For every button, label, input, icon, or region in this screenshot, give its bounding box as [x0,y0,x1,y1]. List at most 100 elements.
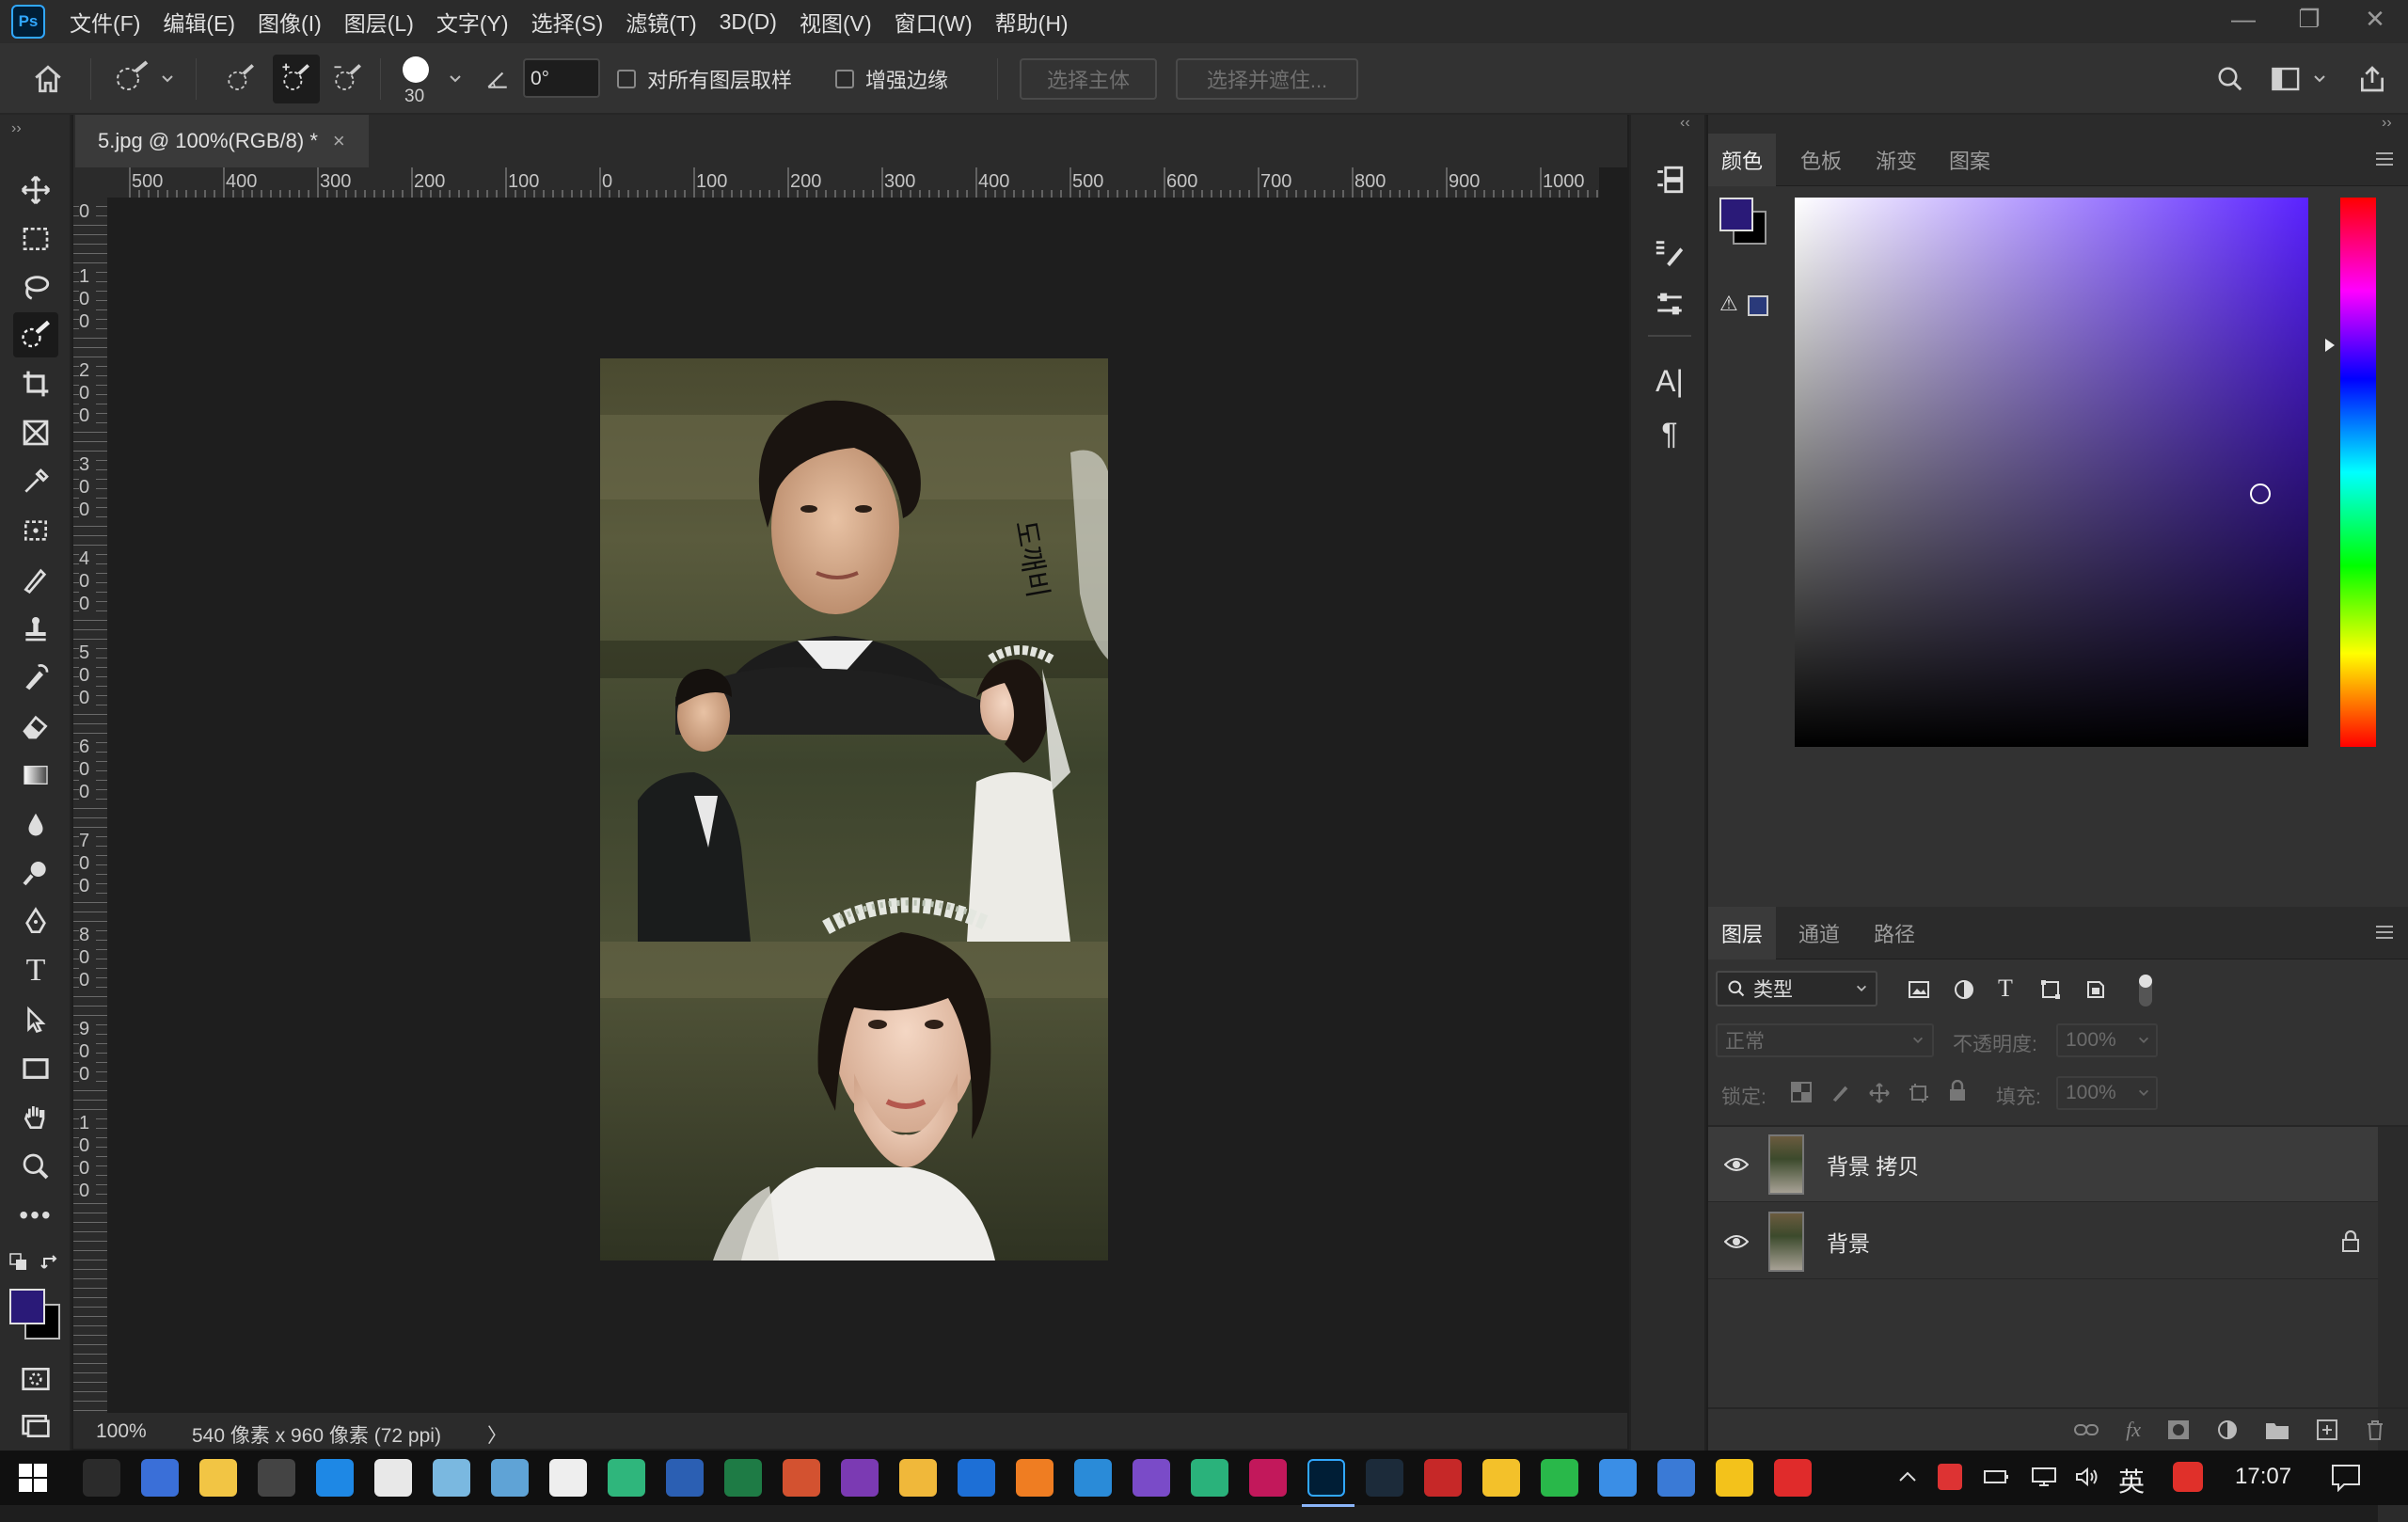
checkbox-box[interactable] [617,70,636,88]
taskbar-intellij-icon[interactable] [1249,1459,1287,1497]
close-button[interactable]: ✕ [2342,0,2408,38]
tab-gradients[interactable]: 渐变 [1876,134,1917,186]
menu-3d[interactable]: 3D(D) [720,9,777,35]
zoom-tool-icon[interactable] [13,1144,58,1189]
subtract-from-selection-mode-button[interactable] [329,43,367,115]
workspace-icon[interactable] [2271,43,2327,115]
taskbar-notes-icon[interactable] [433,1459,470,1497]
network-icon[interactable] [2030,1466,2058,1493]
menu-file[interactable]: 文件(F) [70,6,140,38]
ime-indicator[interactable]: 英 [2118,1462,2145,1499]
menu-help[interactable]: 帮助(H) [995,6,1069,38]
collapse-toolbox-icon[interactable]: ›› [11,120,22,137]
taskbar-calculator-icon[interactable] [258,1459,295,1497]
fill-field[interactable]: 100% [2056,1076,2158,1110]
lock-icon[interactable] [2340,1229,2361,1253]
visibility-eye-icon[interactable] [1708,1156,1765,1173]
lasso-tool-icon[interactable] [13,265,58,310]
lock-all-icon[interactable] [1947,1079,1968,1107]
home-icon[interactable] [32,43,64,115]
brush-settings-panel-icon[interactable] [1648,231,1691,275]
eraser-tool-icon[interactable] [13,704,58,749]
gamut-warning-icon[interactable]: ⚠ [1719,292,1738,316]
taskbar-feishu-icon[interactable] [1599,1459,1637,1497]
show-hidden-icons-icon[interactable] [1896,1466,1919,1493]
new-adjustment-layer-icon[interactable] [2216,1419,2239,1441]
tab-patterns[interactable]: 图案 [1949,134,1990,186]
taskbar-terminal-icon[interactable] [83,1459,120,1497]
enhance-edge-checkbox[interactable]: 增强边缘 [835,43,948,115]
taskbar-vscode-icon[interactable] [1074,1459,1112,1497]
lock-transparent-icon[interactable] [1791,1082,1812,1107]
menu-layer[interactable]: 图层(L) [344,6,414,38]
pen-tool-icon[interactable] [13,899,58,944]
dodge-tool-icon[interactable] [13,850,58,896]
filter-pixel-icon[interactable] [1908,978,1930,1006]
menu-window[interactable]: 窗口(W) [895,6,973,38]
history-panel-icon[interactable] [1648,158,1691,201]
adjustments-panel-icon[interactable] [1648,282,1691,325]
taskbar-sublime-icon[interactable] [1016,1459,1054,1497]
layer-name[interactable]: 背景 [1827,1226,1870,1258]
notifications-icon[interactable] [2331,1464,2361,1497]
quick-mask-icon[interactable] [13,1356,58,1402]
gamut-swatch[interactable] [1748,295,1768,316]
clock[interactable]: 17:07 [2235,1464,2291,1490]
taskbar-netease-music-icon[interactable] [1774,1459,1812,1497]
taskbar-onenote-icon[interactable] [841,1459,879,1497]
tab-channels[interactable]: 通道 [1798,907,1840,959]
document-image[interactable]: 도깨비 [600,358,1108,1260]
filter-toggle[interactable] [2139,975,2152,1007]
windows-start-icon[interactable] [19,1464,47,1497]
document-tab[interactable]: 5.jpg @ 100%(RGB/8) * × [75,115,369,167]
sample-all-layers-checkbox[interactable]: 对所有图层取样 [617,43,792,115]
taskbar-word-icon[interactable] [666,1459,704,1497]
search-icon[interactable] [2216,43,2244,115]
collapse-strip-icon[interactable]: ‹‹ [1680,115,1690,132]
visibility-eye-icon[interactable] [1708,1233,1765,1250]
filter-smart-object-icon[interactable] [2084,978,2107,1006]
taskbar-photoshop-icon[interactable] [1302,1459,1354,1507]
taskbar-baidu-netdisk-icon[interactable] [1657,1459,1695,1497]
hue-slider-handle[interactable] [2325,339,2335,352]
tray-app-icon[interactable] [1938,1464,1962,1490]
new-selection-mode-button[interactable] [222,43,260,115]
restore-button[interactable]: ❐ [2276,0,2342,38]
select-and-mask-button[interactable]: 选择并遮住... [1176,58,1358,100]
brush-tool-icon[interactable] [13,557,58,602]
add-to-selection-mode-button[interactable] [273,55,320,103]
menu-filter[interactable]: 滤镜(T) [626,6,696,38]
battery-icon[interactable] [1983,1466,2011,1493]
move-tool-icon[interactable] [13,167,58,213]
tool-preset-picker[interactable] [111,43,175,115]
taskbar-typora-icon[interactable] [549,1459,587,1497]
spot-healing-tool-icon[interactable] [13,508,58,553]
zoom-level[interactable]: 100% [96,1420,147,1443]
panel-menu-icon[interactable] [2374,149,2395,174]
taskbar-qq-icon[interactable] [1482,1459,1520,1497]
close-tab-icon[interactable]: × [333,129,345,153]
menu-type[interactable]: 文字(Y) [436,6,509,38]
taskbar-acrobat-icon[interactable] [1424,1459,1462,1497]
link-layers-icon[interactable] [2073,1420,2099,1439]
tab-swatches[interactable]: 色板 [1800,134,1842,186]
screen-mode-icon[interactable] [13,1403,58,1449]
volume-icon[interactable] [2075,1466,2101,1493]
layer-row[interactable]: 背景 [1708,1204,2378,1279]
brush-size-preview-icon[interactable] [403,56,429,83]
character-panel-icon[interactable]: A| [1648,359,1691,403]
taskbar-devecostudio-icon[interactable] [958,1459,995,1497]
swap-colors-icon[interactable] [40,1251,62,1278]
lock-artboard-icon[interactable] [1908,1082,1930,1109]
history-brush-tool-icon[interactable] [13,655,58,700]
add-mask-icon[interactable] [2167,1419,2190,1440]
layer-filter-dropdown[interactable]: 类型 [1716,971,1877,1007]
crop-tool-icon[interactable] [13,361,58,406]
minimize-button[interactable]: — [2210,0,2276,38]
select-subject-button[interactable]: 选择主体 [1020,58,1157,100]
color-panel-foreground-swatch[interactable] [1719,198,1753,231]
lock-position-icon[interactable] [1868,1082,1891,1109]
taskbar-powerpoint-icon[interactable] [783,1459,820,1497]
menu-select[interactable]: 选择(S) [531,6,604,38]
collapse-panels-icon[interactable]: ›› [2382,115,2392,132]
